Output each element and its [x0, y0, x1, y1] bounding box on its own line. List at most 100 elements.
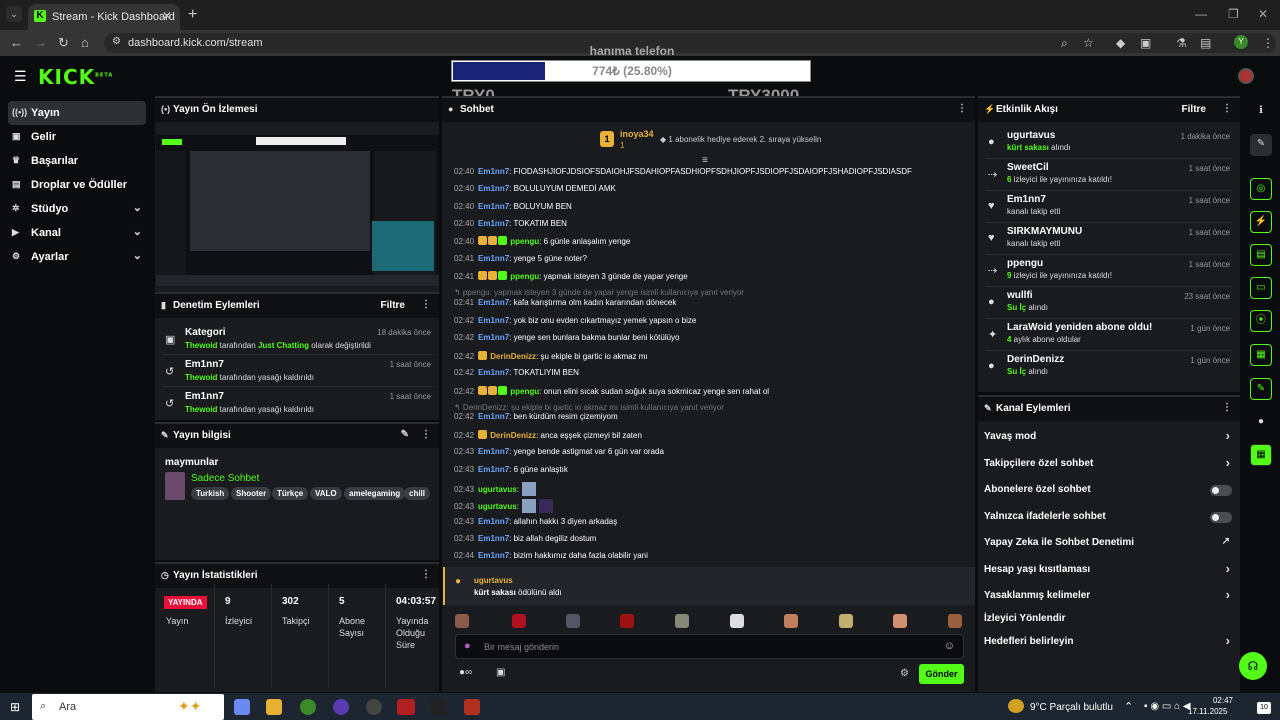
bookmark-star-icon[interactable]: ☆: [1083, 36, 1094, 50]
voice-app-icon[interactable]: [397, 699, 415, 715]
category-name[interactable]: Sadece Sohbet: [191, 473, 259, 484]
file-explorer-icon[interactable]: [266, 699, 282, 715]
zoom-icon[interactable]: ⌕: [1061, 36, 1068, 51]
chat-input[interactable]: ● Bir mesaj gönderin ☺: [455, 634, 964, 659]
channel-action-item[interactable]: Yapay Zeka ile Sohbet Denetimi ↗: [984, 531, 1234, 555]
top-gifter-name[interactable]: inoya34: [620, 129, 654, 139]
obs-icon[interactable]: [366, 699, 382, 715]
chat-username[interactable]: Em1nn7: [478, 219, 509, 228]
user-avatar[interactable]: [1238, 68, 1254, 84]
document-icon[interactable]: ▤: [1250, 244, 1272, 266]
emote-2[interactable]: [512, 614, 526, 628]
channel-action-item[interactable]: Yalnızca ifadelerle sohbet: [984, 505, 1234, 529]
notification-count[interactable]: 10: [1257, 702, 1271, 714]
chat-username[interactable]: ppengu: [510, 387, 539, 396]
sidebar-item-basarilar[interactable]: ♛ Başarılar: [8, 149, 146, 173]
sidebar-item-kanal[interactable]: ▶ Kanal ⌄: [8, 221, 146, 245]
lightning-icon[interactable]: ⚡: [1250, 211, 1272, 233]
chat-username[interactable]: Em1nn7: [478, 412, 509, 421]
calendar-icon[interactable]: ▦: [1250, 444, 1272, 466]
chat-username[interactable]: Em1nn7: [478, 202, 509, 211]
chat-username[interactable]: Em1nn7: [478, 551, 509, 560]
chat-username[interactable]: DerinDenizz: [490, 352, 536, 361]
more-options-icon[interactable]: ⋮: [421, 299, 431, 310]
edit-pencil-icon[interactable]: ✎: [1250, 134, 1272, 156]
tray-icons[interactable]: ▪ ◉ ▭ ⌂ ◀: [1144, 701, 1191, 712]
tray-chevron-icon[interactable]: ⌃: [1124, 700, 1133, 713]
kick-logo[interactable]: KICKBETA: [38, 65, 113, 89]
chrome-icon[interactable]: [300, 699, 316, 715]
support-chat-icon[interactable]: ☊: [1239, 652, 1267, 680]
emote-10[interactable]: [948, 614, 962, 628]
edit-icon[interactable]: ✎: [401, 429, 409, 440]
chat-settings-icon[interactable]: ⚙: [900, 668, 909, 679]
chat-username[interactable]: ppengu: [510, 237, 539, 246]
close-window-icon[interactable]: ✕: [1258, 7, 1268, 21]
chat-username[interactable]: Em1nn7: [478, 447, 509, 456]
emoji-icon[interactable]: ☺: [944, 640, 955, 652]
emote-3[interactable]: [566, 614, 580, 628]
channel-action-item[interactable]: İzleyici Yönlendir: [984, 607, 1234, 631]
game-icon[interactable]: [430, 699, 446, 715]
info-icon[interactable]: ℹ: [1250, 101, 1272, 123]
home-icon[interactable]: ⌂: [81, 35, 89, 50]
new-tab-icon[interactable]: +: [188, 6, 197, 24]
more-options-icon[interactable]: ⋮: [957, 103, 967, 114]
emote-1[interactable]: [455, 614, 469, 628]
browser-tab[interactable]: K Stream - Kick Dashboard ✕: [28, 4, 180, 30]
chat-username[interactable]: Em1nn7: [478, 316, 509, 325]
sidebar-item-droplar[interactable]: ▤ Droplar ve Ödüller: [8, 173, 146, 197]
chat-username[interactable]: Em1nn7: [478, 534, 509, 543]
chat-username[interactable]: ppengu: [510, 272, 539, 281]
reload-icon[interactable]: ↻: [58, 35, 69, 51]
maximize-icon[interactable]: ❐: [1228, 7, 1239, 21]
toggle-switch[interactable]: [1210, 485, 1232, 496]
sidebar-item-gelir[interactable]: ▣ Gelir: [8, 125, 146, 149]
emote-5[interactable]: [675, 614, 689, 628]
filter-button[interactable]: Filtre: [1182, 104, 1206, 115]
channel-action-item[interactable]: Abonelere özel sohbet: [984, 478, 1234, 502]
emote-7[interactable]: [784, 614, 798, 628]
close-tab-icon[interactable]: ✕: [162, 9, 172, 23]
chat-username[interactable]: ugurtavus: [478, 502, 517, 511]
toggle-switch[interactable]: [1210, 512, 1232, 523]
collapse-pinned-icon[interactable]: ≡: [702, 155, 708, 166]
emote-6[interactable]: [730, 614, 744, 628]
stream-preview-video[interactable]: [156, 125, 439, 286]
extension-icon[interactable]: ◆: [1116, 36, 1125, 50]
back-icon[interactable]: ←: [10, 35, 23, 50]
channel-action-item[interactable]: Hedefleri belirleyin ›: [984, 630, 1234, 654]
browser-menu-icon[interactable]: ⋮: [1262, 36, 1274, 50]
copilot-icon[interactable]: [234, 699, 250, 715]
clock-date[interactable]: 17.11.2025: [1188, 707, 1227, 716]
extensions-puzzle-icon[interactable]: ▣: [1140, 36, 1151, 50]
filter-button[interactable]: Filtre: [381, 300, 405, 311]
channel-action-item[interactable]: Yavaş mod ›: [984, 425, 1234, 449]
broadcast-icon[interactable]: ⦿: [1250, 310, 1272, 332]
more-options-icon[interactable]: ⋮: [421, 569, 431, 580]
emote-9[interactable]: [893, 614, 907, 628]
forward-icon[interactable]: →: [34, 35, 47, 50]
minimize-icon[interactable]: —: [1195, 7, 1207, 21]
library-icon[interactable]: ▦: [1250, 344, 1272, 366]
chat-username[interactable]: DerinDenizz: [490, 431, 536, 440]
reward-icon[interactable]: ●: [1250, 412, 1272, 434]
shield-app-icon[interactable]: [464, 699, 480, 715]
chat-username[interactable]: Em1nn7: [478, 254, 509, 263]
taskbar-search[interactable]: ⌕ Ara ✦✦: [32, 694, 224, 720]
points-icon[interactable]: ●∞: [459, 667, 472, 678]
emote-8[interactable]: [839, 614, 853, 628]
gift-box-icon[interactable]: ▣: [496, 667, 505, 678]
chat-username[interactable]: Em1nn7: [478, 298, 509, 307]
tab-search-icon[interactable]: ⌄: [6, 6, 22, 22]
chat-username[interactable]: Em1nn7: [478, 167, 509, 176]
chat-username[interactable]: ugurtavus: [478, 485, 517, 494]
sidebar-item-studyo[interactable]: ✲ Stüdyo ⌄: [8, 197, 146, 221]
site-info-icon[interactable]: ⚙: [112, 36, 121, 47]
chat-bubble-icon[interactable]: ▭: [1250, 277, 1272, 299]
more-options-icon[interactable]: ⋮: [421, 429, 431, 440]
sidebar-item-yayin[interactable]: ((•)) Yayın: [8, 101, 146, 125]
send-button[interactable]: Gönder: [919, 664, 964, 684]
weather-text[interactable]: 9°C Parçalı bulutlu: [1030, 702, 1113, 713]
tools-icon[interactable]: ✎: [1250, 378, 1272, 400]
